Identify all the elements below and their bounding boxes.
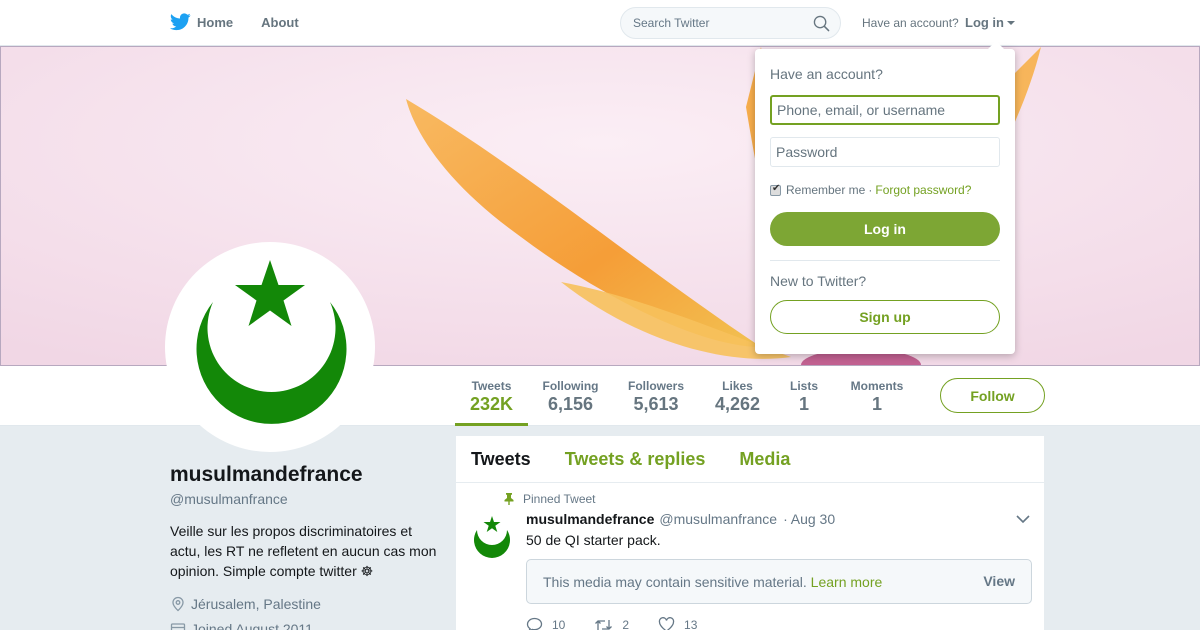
tweet-author-name[interactable]: musulmandefrance <box>526 511 654 527</box>
stat-value: 5,613 <box>633 394 679 414</box>
profile-name[interactable]: musulmandefrance <box>170 463 363 487</box>
stat-followers[interactable]: Followers 5,613 <box>624 366 688 426</box>
stat-moments[interactable]: Moments 1 <box>845 366 909 426</box>
stat-likes[interactable]: Likes 4,262 <box>710 366 765 426</box>
like-action[interactable]: 13 <box>658 617 697 630</box>
star-and-crescent-icon <box>474 516 510 558</box>
timeline-tabs: Tweets Tweets & replies Media <box>456 436 1044 483</box>
like-count: 13 <box>684 617 698 630</box>
stat-value: 232K <box>469 394 514 414</box>
stat-value: 1 <box>798 394 809 414</box>
remember-me-checkbox[interactable] <box>770 183 781 196</box>
forgot-password-link[interactable]: Forgot password? <box>875 183 971 197</box>
pinned-text: Pinned Tweet <box>523 492 596 506</box>
stat-label: Tweets <box>471 379 512 393</box>
stat-tweets[interactable]: Tweets 232K <box>455 366 528 426</box>
tweet-actions: 10 2 13 <box>526 617 726 630</box>
tab-tweets[interactable]: Tweets <box>471 449 531 470</box>
password-field[interactable] <box>770 137 1000 167</box>
login-button[interactable]: Log in <box>770 212 1000 246</box>
stat-label: Likes <box>722 379 753 393</box>
new-to-twitter-text: New to Twitter? <box>770 273 867 289</box>
search-input[interactable] <box>633 8 813 38</box>
stat-lists[interactable]: Lists 1 <box>785 366 823 426</box>
stat-value: 1 <box>871 394 882 414</box>
remember-me-label[interactable]: Remember me <box>786 183 865 197</box>
dropdown-title: Have an account? <box>770 66 883 82</box>
tab-media[interactable]: Media <box>739 449 790 470</box>
login-toggle-label: Log in <box>965 15 1004 30</box>
stat-label: Moments <box>850 379 904 393</box>
learn-more-link[interactable]: Learn more <box>811 574 883 590</box>
heart-icon <box>658 617 675 630</box>
tweet-avatar[interactable] <box>472 514 512 559</box>
timeline-panel: Tweets Tweets & replies Media Pinned Twe… <box>456 436 1044 630</box>
sensitive-media-text: This media may contain sensitive materia… <box>543 574 882 590</box>
location-pin-icon <box>172 596 184 612</box>
home-link[interactable]: Home <box>170 13 233 31</box>
about-label: About <box>261 14 299 30</box>
retweet-icon <box>595 619 613 630</box>
stat-value: 6,156 <box>547 394 594 414</box>
dropdown-divider <box>770 260 1000 261</box>
sensitive-message: This media may contain sensitive materia… <box>543 574 807 590</box>
tab-tweets-and-replies[interactable]: Tweets & replies <box>565 449 706 470</box>
retweet-count: 2 <box>622 617 630 630</box>
stat-label: Followers <box>627 379 684 393</box>
tweet-text: 50 de QI starter pack. <box>526 532 661 548</box>
reply-action[interactable]: 10 <box>526 617 565 630</box>
location-text: Jérusalem, Palestine <box>191 596 321 612</box>
reply-count: 10 <box>552 617 566 630</box>
stat-label: Lists <box>789 379 818 393</box>
signup-button[interactable]: Sign up <box>770 300 1000 334</box>
tweet-author-handle[interactable]: @musulmanfrance <box>659 511 777 527</box>
view-media-button[interactable]: View <box>983 573 1015 589</box>
profile-location: Jérusalem, Palestine <box>170 596 321 612</box>
dropdown-arrow <box>988 41 1004 49</box>
have-account-text: Have an account? <box>862 16 959 30</box>
tweet-separator: · <box>783 511 788 527</box>
home-label: Home <box>197 14 234 30</box>
profile-handle[interactable]: @musulmanfrance <box>170 491 288 507</box>
twitter-bird-icon <box>170 13 191 31</box>
retweet-action[interactable]: 2 <box>594 618 629 630</box>
username-field[interactable] <box>770 95 1000 125</box>
chevron-down-icon[interactable] <box>1016 514 1030 524</box>
about-link[interactable]: About <box>261 15 299 30</box>
calendar-icon <box>170 623 186 630</box>
stat-label: Following <box>542 379 599 393</box>
stat-value: 4,262 <box>714 394 761 414</box>
reply-icon <box>526 617 543 630</box>
remember-separator: · <box>868 183 873 197</box>
sensitive-media-warning: This media may contain sensitive materia… <box>526 559 1032 604</box>
pinned-tweet-label: Pinned Tweet <box>504 492 596 506</box>
login-dropdown-toggle[interactable]: Log in <box>965 15 1015 30</box>
profile-joined: Joined August 2011 <box>170 621 313 630</box>
caret-down-icon <box>1007 20 1015 25</box>
search-icon[interactable] <box>813 15 830 32</box>
search-box <box>620 7 841 39</box>
profile-avatar[interactable] <box>165 242 375 452</box>
login-dropdown: Have an account? Remember me · Forgot pa… <box>755 41 1015 354</box>
tweet-header: musulmandefrance @musulmanfrance · Aug 3… <box>526 511 835 527</box>
tweet-timestamp[interactable]: Aug 30 <box>791 511 835 527</box>
nav-links: Home About <box>170 13 327 31</box>
follow-button[interactable]: Follow <box>940 378 1045 413</box>
pin-icon <box>504 493 514 505</box>
stat-following[interactable]: Following 6,156 <box>538 366 603 426</box>
remember-me-row: Remember me · Forgot password? <box>770 183 971 197</box>
star-and-crescent-icon <box>196 260 347 424</box>
joined-text: Joined August 2011 <box>191 621 313 630</box>
top-navigation-bar: Home About Have an account? Log in <box>0 0 1200 46</box>
profile-bio: Veille sur les propos discriminatoires e… <box>170 523 437 579</box>
